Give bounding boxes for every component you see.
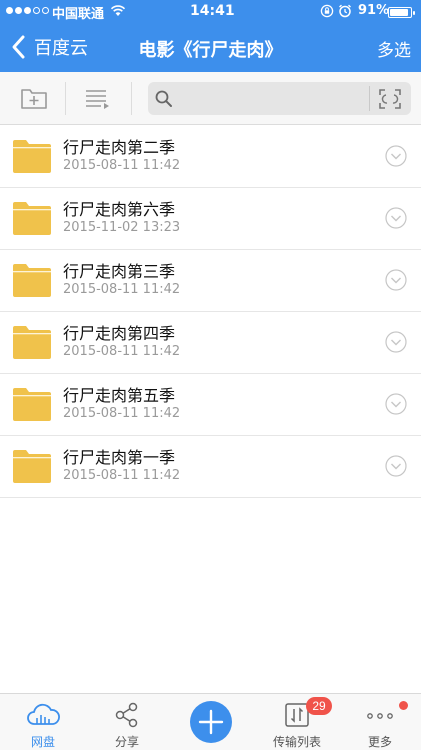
folder-name: 行尸走肉第一季	[63, 448, 176, 467]
list-item[interactable]: 行尸走肉第二季 2015-08-11 11:42	[0, 126, 421, 188]
header: 中国联通 14:41 91% 百度云 电影《行尸走肉》 多选	[0, 0, 421, 72]
new-folder-icon[interactable]	[19, 85, 49, 111]
chevron-down-circle-icon[interactable]	[385, 269, 407, 291]
transfer-count-badge: 29	[306, 697, 332, 715]
page-title: 电影《行尸走肉》	[138, 40, 283, 61]
share-icon	[115, 702, 138, 728]
list-item[interactable]: 行尸走肉第四季 2015-08-11 11:42	[0, 312, 421, 374]
add-button[interactable]	[190, 701, 232, 743]
folder-name: 行尸走肉第五季	[63, 386, 176, 405]
list-item[interactable]: 行尸走肉第六季 2015-11-02 13:23	[0, 188, 421, 250]
rotation-lock-icon	[320, 4, 334, 18]
cloud-icon	[27, 703, 60, 725]
clock: 14:41	[190, 3, 235, 19]
search-input[interactable]	[178, 82, 363, 115]
folder-name: 行尸走肉第三季	[63, 262, 176, 281]
chevron-down-circle-icon[interactable]	[385, 331, 407, 353]
tab-bar: 网盘 分享 传输列表 29 更多	[0, 693, 421, 750]
alarm-icon	[339, 4, 351, 18]
folder-icon	[13, 388, 51, 421]
notification-dot	[399, 701, 408, 710]
folder-date: 2015-08-11 11:42	[63, 468, 181, 483]
nav-bar: 百度云 电影《行尸走肉》 多选	[0, 24, 421, 72]
tab-label: 分享	[114, 735, 139, 749]
tab-label: 传输列表	[272, 735, 321, 749]
folder-list: 行尸走肉第二季 2015-08-11 11:42 行尸走肉第六季 2015-11…	[0, 126, 421, 498]
carrier-name: 中国联通	[52, 7, 105, 22]
search-icon	[155, 90, 172, 107]
status-bar: 中国联通 14:41 91%	[0, 0, 421, 24]
tab-label: 更多	[367, 735, 392, 749]
folder-date: 2015-08-11 11:42	[63, 406, 181, 421]
toolbar-divider	[131, 82, 132, 115]
folder-icon	[13, 140, 51, 173]
chevron-down-circle-icon[interactable]	[385, 393, 407, 415]
folder-name: 行尸走肉第六季	[63, 200, 176, 219]
toolbar	[0, 72, 421, 125]
folder-icon	[13, 450, 51, 483]
battery-icon	[388, 7, 415, 18]
list-item[interactable]: 行尸走肉第一季 2015-08-11 11:42	[0, 436, 421, 498]
chevron-down-circle-icon[interactable]	[385, 455, 407, 477]
folder-date: 2015-08-11 11:42	[63, 158, 181, 173]
list-item[interactable]: 行尸走肉第三季 2015-08-11 11:42	[0, 250, 421, 312]
plus-icon	[198, 709, 224, 735]
folder-name: 行尸走肉第二季	[63, 138, 176, 157]
folder-name: 行尸走肉第四季	[63, 324, 176, 343]
tab-disk[interactable]: 网盘	[8, 694, 78, 750]
more-dots-icon	[367, 713, 393, 719]
scan-icon[interactable]	[378, 87, 402, 111]
toolbar-divider	[65, 82, 66, 115]
battery-percent: 91%	[358, 3, 390, 18]
folder-date: 2015-08-11 11:42	[63, 344, 181, 359]
wifi-icon	[110, 5, 126, 16]
list-item[interactable]: 行尸走肉第五季 2015-08-11 11:42	[0, 374, 421, 436]
folder-icon	[13, 202, 51, 235]
tab-label: 网盘	[30, 735, 55, 749]
tab-share[interactable]: 分享	[92, 694, 162, 750]
search-divider	[369, 86, 370, 111]
search-box	[148, 82, 411, 115]
chevron-down-circle-icon[interactable]	[385, 207, 407, 229]
signal-icon	[6, 7, 49, 14]
folder-icon	[13, 264, 51, 297]
chevron-down-circle-icon[interactable]	[385, 145, 407, 167]
sort-list-icon[interactable]	[82, 85, 112, 111]
folder-icon	[13, 326, 51, 359]
folder-date: 2015-11-02 13:23	[63, 220, 181, 235]
folder-date: 2015-08-11 11:42	[63, 282, 181, 297]
multi-select-button[interactable]: 多选	[377, 36, 411, 61]
